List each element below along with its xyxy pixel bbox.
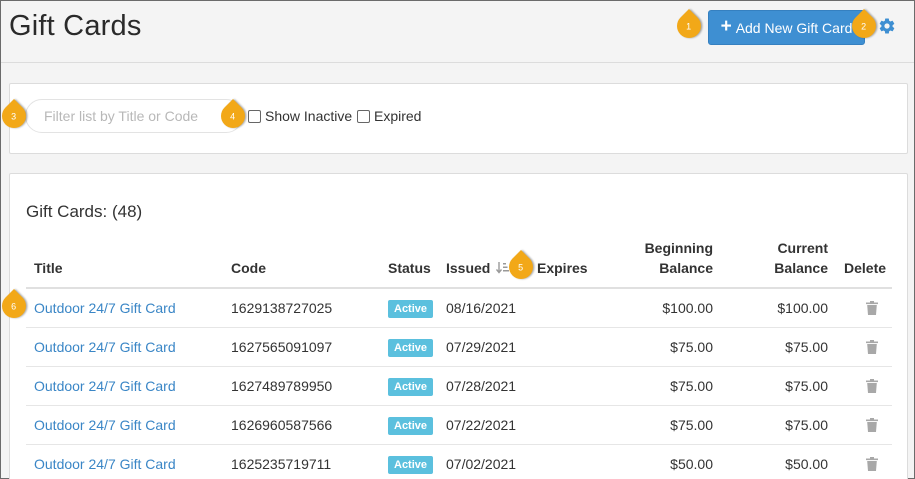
column-header-issued[interactable]: Issued [446,258,510,278]
column-header-delete: Delete [844,260,887,276]
table-row: Outdoor 24/7 Gift Card 1625235719711 Act… [26,445,892,479]
trash-icon[interactable] [866,301,878,315]
column-header-current-line2: Balance [774,260,828,276]
status-badge: Active [388,378,434,396]
column-header-title[interactable]: Title [34,258,63,278]
issued-date: 07/29/2021 [446,339,517,355]
issued-date: 08/16/2021 [446,300,517,316]
current-balance: $75.00 [785,417,828,433]
current-balance: $50.00 [785,456,828,472]
table-row: Outdoor 24/7 Gift Card 1627489789950 Act… [26,367,892,406]
table-row: Outdoor 24/7 Gift Card 1626960587566 Act… [26,406,892,445]
page-header: Gift Cards + Add New Gift Card [1,1,914,63]
add-new-gift-card-label: Add New Gift Card [735,19,853,36]
plus-icon: + [720,16,732,37]
gift-card-title-link[interactable]: Outdoor 24/7 Gift Card [34,299,176,317]
trash-icon[interactable] [866,418,878,432]
gift-card-code: 1625235719711 [231,456,332,472]
gift-card-title-link[interactable]: Outdoor 24/7 Gift Card [34,416,176,434]
current-balance: $75.00 [785,378,828,394]
status-badge: Active [388,300,434,318]
trash-icon[interactable] [866,340,878,354]
page-title: Gift Cards [9,10,142,42]
gift-card-code: 1626960587566 [231,417,333,433]
status-badge: Active [388,339,434,357]
column-header-current-balance[interactable]: Current Balance [728,238,828,278]
issued-date: 07/28/2021 [446,378,517,394]
checkbox-box[interactable] [248,109,261,123]
beginning-balance: $100.00 [662,300,713,316]
gear-icon[interactable] [878,17,896,35]
beginning-balance: $75.00 [670,417,713,433]
list-heading: Gift Cards: (48) [26,202,143,221]
status-badge: Active [388,417,434,435]
beginning-balance: $50.00 [670,456,713,472]
gift-card-title-link[interactable]: Outdoor 24/7 Gift Card [34,377,176,395]
filter-panel: Show Inactive Expired [9,83,908,154]
column-header-beginning-line2: Balance [659,260,713,276]
gift-cards-panel: Gift Cards: (48) Title Code Status Issue… [9,173,908,479]
column-header-status[interactable]: Status [388,258,431,278]
column-header-current-line1: Current [777,240,828,256]
gift-card-code: 1627489789950 [231,378,333,394]
current-balance: $100.00 [777,300,828,316]
expired-checkbox[interactable]: Expired [357,108,421,124]
show-inactive-checkbox[interactable]: Show Inactive [248,108,352,124]
trash-icon[interactable] [866,379,878,393]
status-badge: Active [388,456,434,474]
beginning-balance: $75.00 [670,339,713,355]
trash-icon[interactable] [866,457,878,471]
column-header-code[interactable]: Code [231,258,266,278]
gift-card-code: 1627565091097 [231,339,333,355]
column-header-beginning-balance[interactable]: Beginning Balance [613,238,713,278]
column-header-expires[interactable]: Expires [537,258,588,278]
column-header-beginning-line1: Beginning [644,240,713,256]
gift-card-code: 1629138727025 [231,300,333,316]
gift-card-title-link[interactable]: Outdoor 24/7 Gift Card [34,338,176,356]
table-row: Outdoor 24/7 Gift Card 1627565091097 Act… [26,328,892,367]
current-balance: $75.00 [785,339,828,355]
issued-date: 07/02/2021 [446,456,517,472]
checkbox-box[interactable] [357,109,370,123]
column-header-issued-label: Issued [446,260,491,276]
show-inactive-label: Show Inactive [265,108,353,124]
beginning-balance: $75.00 [670,378,713,394]
expired-label: Expired [374,108,422,124]
search-input[interactable] [25,99,243,133]
issued-date: 07/22/2021 [446,417,517,433]
add-new-gift-card-button[interactable]: + Add New Gift Card [708,10,865,45]
table-row: Outdoor 24/7 Gift Card 1629138727025 Act… [26,289,892,328]
gift-card-title-link[interactable]: Outdoor 24/7 Gift Card [34,455,176,473]
